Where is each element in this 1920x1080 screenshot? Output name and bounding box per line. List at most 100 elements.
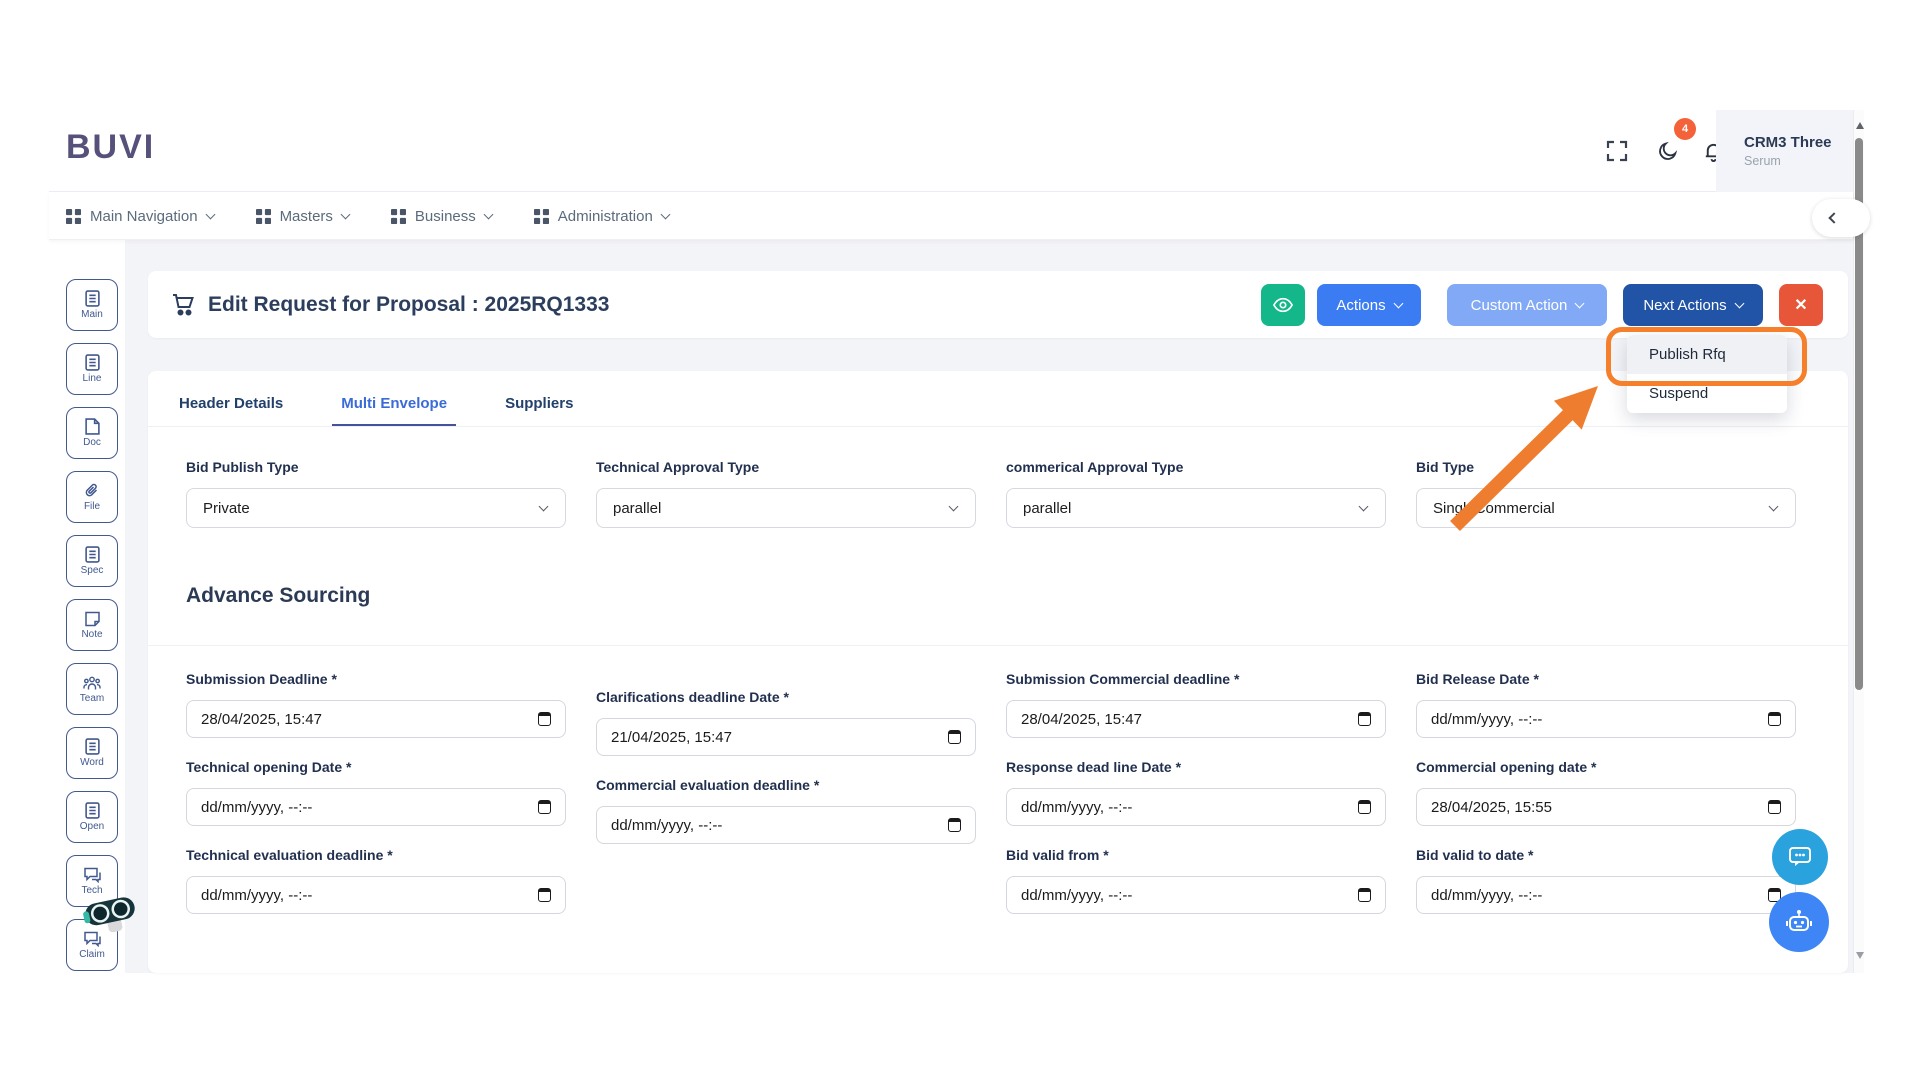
response-dead-line-date-input[interactable]: dd/mm/yyyy, --:-- [1006, 788, 1386, 826]
page-icon [84, 418, 100, 435]
bid-valid-to-date-input[interactable]: dd/mm/yyyy, --:-- [1416, 876, 1796, 914]
select-value: parallel [613, 499, 662, 517]
sidebar-collapse-button[interactable] [1812, 199, 1870, 237]
calendar-icon[interactable] [948, 818, 961, 832]
calendar-icon[interactable] [538, 712, 551, 726]
rail-item-note[interactable]: Note [66, 599, 118, 651]
calendar-icon[interactable] [538, 888, 551, 902]
bid-release-date-input[interactable]: dd/mm/yyyy, --:-- [1416, 700, 1796, 738]
nav-item-label: Masters [279, 207, 333, 225]
document-icon [84, 802, 100, 819]
rail-item-word[interactable]: Word [66, 727, 118, 779]
next-actions-button[interactable]: Next Actions [1623, 284, 1763, 326]
commercial-approval-type-select[interactable]: parallel [1006, 488, 1386, 528]
tab-suppliers[interactable]: Suppliers [496, 395, 582, 427]
rail-item-label: Main [81, 309, 103, 320]
bid-publish-type-select[interactable]: Private [186, 488, 566, 528]
menu-item-publish-rfq[interactable]: Publish Rfq [1627, 335, 1787, 374]
tab-header-details[interactable]: Header Details [170, 395, 292, 427]
date-value: dd/mm/yyyy, --:-- [201, 798, 313, 816]
date-value: dd/mm/yyyy, --:-- [1021, 886, 1133, 904]
chevron-down-icon [1358, 501, 1369, 512]
rail-item-label: Claim [79, 948, 105, 960]
field-label: Bid valid from * [1006, 847, 1109, 863]
rail-item-file[interactable]: File [66, 471, 118, 523]
chevron-down-icon [340, 209, 351, 220]
scrollbar-up-arrow[interactable] [1856, 122, 1864, 129]
nav-item-administration[interactable]: Administration [533, 208, 671, 225]
date-value: 28/04/2025, 15:47 [201, 710, 322, 728]
field-label: Submission Deadline * [186, 671, 337, 687]
menu-item-suspend[interactable]: Suspend [1627, 374, 1787, 413]
technical-approval-type-select[interactable]: parallel [596, 488, 976, 528]
calendar-icon[interactable] [1358, 888, 1371, 902]
submission-commercial-deadline-input[interactable]: 28/04/2025, 15:47 [1006, 700, 1386, 738]
nav-item-masters[interactable]: Masters [255, 207, 351, 225]
chevron-down-icon [1734, 298, 1745, 309]
paperclip-icon [85, 483, 98, 497]
rail-item-label: Doc [83, 437, 101, 448]
custom-action-button[interactable]: Custom Action [1447, 284, 1607, 326]
field-bid-valid-from: Bid valid from * dd/mm/yyyy, --:-- [1006, 847, 1386, 914]
field-label: Submission Commercial deadline * [1006, 671, 1240, 687]
chat-fab-button[interactable] [1772, 829, 1828, 885]
bid-type-select[interactable]: SingleCommercial [1416, 488, 1796, 528]
rail-item-label: Note [81, 629, 103, 640]
fullscreen-icon[interactable] [1602, 136, 1632, 166]
calendar-icon[interactable] [538, 800, 551, 814]
clarifications-deadline-date-input[interactable]: 21/04/2025, 15:47 [596, 718, 976, 756]
grid-icon [533, 208, 549, 224]
field-bid-publish-type: Bid Publish Type Private [186, 459, 566, 528]
assistant-robot-fab-button[interactable] [1769, 892, 1829, 952]
rail-item-main[interactable]: Main [66, 279, 118, 331]
actions-button[interactable]: Actions [1317, 284, 1421, 326]
nav-item-business[interactable]: Business [390, 208, 494, 225]
rail-item-team[interactable]: Team [66, 663, 118, 715]
document-icon [84, 546, 100, 563]
chevron-down-icon [660, 209, 671, 220]
calendar-icon[interactable] [1768, 712, 1781, 726]
nav-item-main-navigation[interactable]: Main Navigation [66, 208, 216, 225]
field-submission-commercial-deadline: Submission Commercial deadline * 28/04/2… [1006, 671, 1386, 738]
field-technical-evaluation-deadline: Technical evaluation deadline * dd/mm/yy… [186, 847, 566, 914]
preview-eye-button[interactable] [1261, 284, 1305, 326]
dark-mode-moon-icon[interactable] [1653, 136, 1683, 166]
tab-bar: Header Details Multi Envelope Suppliers [170, 371, 582, 427]
rail-item-open[interactable]: Open [66, 791, 118, 843]
calendar-icon[interactable] [1358, 800, 1371, 814]
calendar-icon[interactable] [1358, 712, 1371, 726]
commercial-opening-date-input[interactable]: 28/04/2025, 15:55 [1416, 788, 1796, 826]
app-viewport: BUVI 4 CRM3 Three Serum Main Navigation … [0, 0, 1920, 1080]
rail-item-spec[interactable]: Spec [66, 535, 118, 587]
close-icon: ✕ [1794, 297, 1808, 314]
field-bid-type: Bid Type SingleCommercial [1416, 459, 1796, 528]
technical-opening-date-input[interactable]: dd/mm/yyyy, --:-- [186, 788, 566, 826]
calendar-icon[interactable] [948, 730, 961, 744]
rail-item-label: Line [82, 373, 102, 384]
rail-item-label: Word [80, 757, 104, 768]
rail-item-line[interactable]: Line [66, 343, 118, 395]
technical-evaluation-deadline-input[interactable]: dd/mm/yyyy, --:-- [186, 876, 566, 914]
commercial-evaluation-deadline-input[interactable]: dd/mm/yyyy, --:-- [596, 806, 976, 844]
field-label: Commercial opening date * [1416, 759, 1597, 775]
scrollbar-down-arrow[interactable] [1856, 952, 1864, 959]
calendar-icon[interactable] [1768, 800, 1781, 814]
select-value: parallel [1023, 499, 1072, 517]
page-title: Edit Request for Proposal : 2025RQ1333 [172, 271, 609, 338]
advance-sourcing-grid: Submission Deadline * 28/04/2025, 15:47 … [186, 671, 1796, 935]
field-commercial-approval-type: commerical Approval Type parallel [1006, 459, 1386, 528]
user-panel[interactable]: CRM3 Three Serum [1716, 110, 1853, 192]
chevron-down-icon [948, 501, 959, 512]
tab-multi-envelope[interactable]: Multi Envelope [332, 395, 457, 427]
document-icon [84, 290, 100, 307]
close-button[interactable]: ✕ [1779, 284, 1823, 326]
chat-icon [83, 867, 101, 883]
notification-count-badge: 4 [1674, 118, 1696, 140]
rail-item-doc[interactable]: Doc [66, 407, 118, 459]
bid-valid-from-input[interactable]: dd/mm/yyyy, --:-- [1006, 876, 1386, 914]
field-label: Bid Publish Type [186, 459, 299, 475]
next-actions-button-label: Next Actions [1643, 296, 1727, 314]
rail-item-label: Spec [80, 565, 104, 576]
submission-deadline-input[interactable]: 28/04/2025, 15:47 [186, 700, 566, 738]
content-card: Header Details Multi Envelope Suppliers … [148, 371, 1848, 973]
